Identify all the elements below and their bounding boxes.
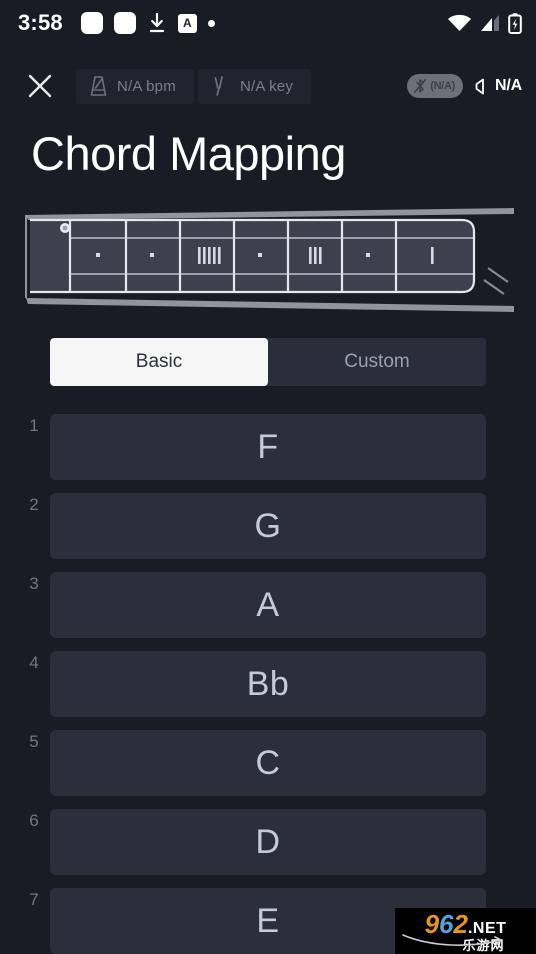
app-square-icon (113, 12, 136, 34)
cellular-signal-icon (481, 15, 499, 31)
a-badge-icon: A (177, 13, 197, 33)
chord-name: F (257, 428, 279, 466)
volume-label: N/A (495, 77, 522, 94)
guitar-fretboard-diagram (22, 206, 514, 314)
site-watermark: 9 6 2 .NET 乐游网 (395, 908, 536, 954)
close-icon (28, 74, 52, 98)
chord-slot-button[interactable]: C (50, 730, 486, 796)
chord-slot-number: 6 (29, 811, 39, 830)
status-bar-notification-icons: A (80, 12, 215, 34)
app-square-icon (80, 12, 103, 34)
dot-icon (207, 19, 215, 27)
chord-slot-number: 2 (29, 495, 39, 514)
chord-slot-number: 4 (29, 653, 39, 672)
fretboard-svg (25, 208, 514, 312)
marker-bars-3 (309, 247, 322, 264)
chord-slot-number: 5 (29, 732, 39, 751)
tuning-fork-icon (214, 76, 223, 96)
chord-slot-number: 7 (29, 890, 39, 909)
chord-row: 6 D (0, 803, 536, 881)
mode-tabs: Basic Custom (50, 338, 486, 386)
watermark-swoosh-icon (402, 934, 504, 946)
marker-bar-1 (431, 247, 434, 264)
battery-charging-icon (508, 12, 522, 34)
download-icon (149, 12, 164, 32)
volume-icon (475, 78, 484, 94)
volume-button[interactable]: N/A (472, 77, 522, 96)
app-top-bar: N/A bpm N/A key (N/A) N/A (0, 62, 536, 110)
chord-row: 1 F (0, 408, 536, 486)
metronome-icon (90, 76, 107, 96)
wifi-icon (448, 14, 471, 31)
key-chip-label: N/A key (239, 77, 294, 95)
chord-name: A (256, 586, 280, 624)
status-bar: 3:58 A (0, 0, 536, 46)
tempo-chip-label: N/A bpm (117, 77, 176, 95)
tab-basic[interactable]: Basic (50, 338, 268, 386)
chord-row: 5 C (0, 724, 536, 802)
key-chip[interactable]: N/A key (197, 68, 312, 104)
chord-name: E (256, 902, 280, 940)
chord-slot-button[interactable]: F (50, 414, 486, 480)
chord-slot-number: 1 (29, 416, 39, 435)
chord-name: G (254, 507, 282, 545)
bluetooth-status-button[interactable]: (N/A) (407, 74, 464, 98)
chord-slot-button[interactable]: Bb (50, 651, 486, 717)
tempo-chip[interactable]: N/A bpm (76, 68, 194, 104)
tab-custom[interactable]: Custom (268, 338, 486, 386)
song-meta-chips: N/A bpm N/A key (76, 68, 312, 104)
app-root: 3:58 A N/A bpm N/A key (N/A) N/A Chord M… (0, 0, 536, 954)
bluetooth-status-label: (N/A) (430, 79, 456, 92)
chord-mapping-list[interactable]: 1 F 2 G 3 A 4 Bb 5 C 6 D 7 E (0, 408, 536, 954)
chord-name: D (255, 823, 281, 861)
top-bar-right-controls: (N/A) N/A (407, 74, 522, 98)
status-bar-clock: 3:58 (18, 10, 63, 35)
chord-name: Bb (246, 665, 290, 703)
chord-row: 4 Bb (0, 645, 536, 723)
bluetooth-off-icon (414, 78, 427, 94)
status-bar-system-icons (447, 12, 522, 34)
chord-slot-button[interactable]: A (50, 572, 486, 638)
a-badge-label: A (183, 16, 192, 30)
chord-slot-button[interactable]: D (50, 809, 486, 875)
chord-row: 2 G (0, 487, 536, 565)
chord-slot-number: 3 (29, 574, 39, 593)
page-title: Chord Mapping (31, 127, 346, 180)
chord-row: 3 A (0, 566, 536, 644)
chord-slot-button[interactable]: G (50, 493, 486, 559)
chord-name: C (255, 744, 281, 782)
close-button[interactable] (22, 68, 58, 104)
